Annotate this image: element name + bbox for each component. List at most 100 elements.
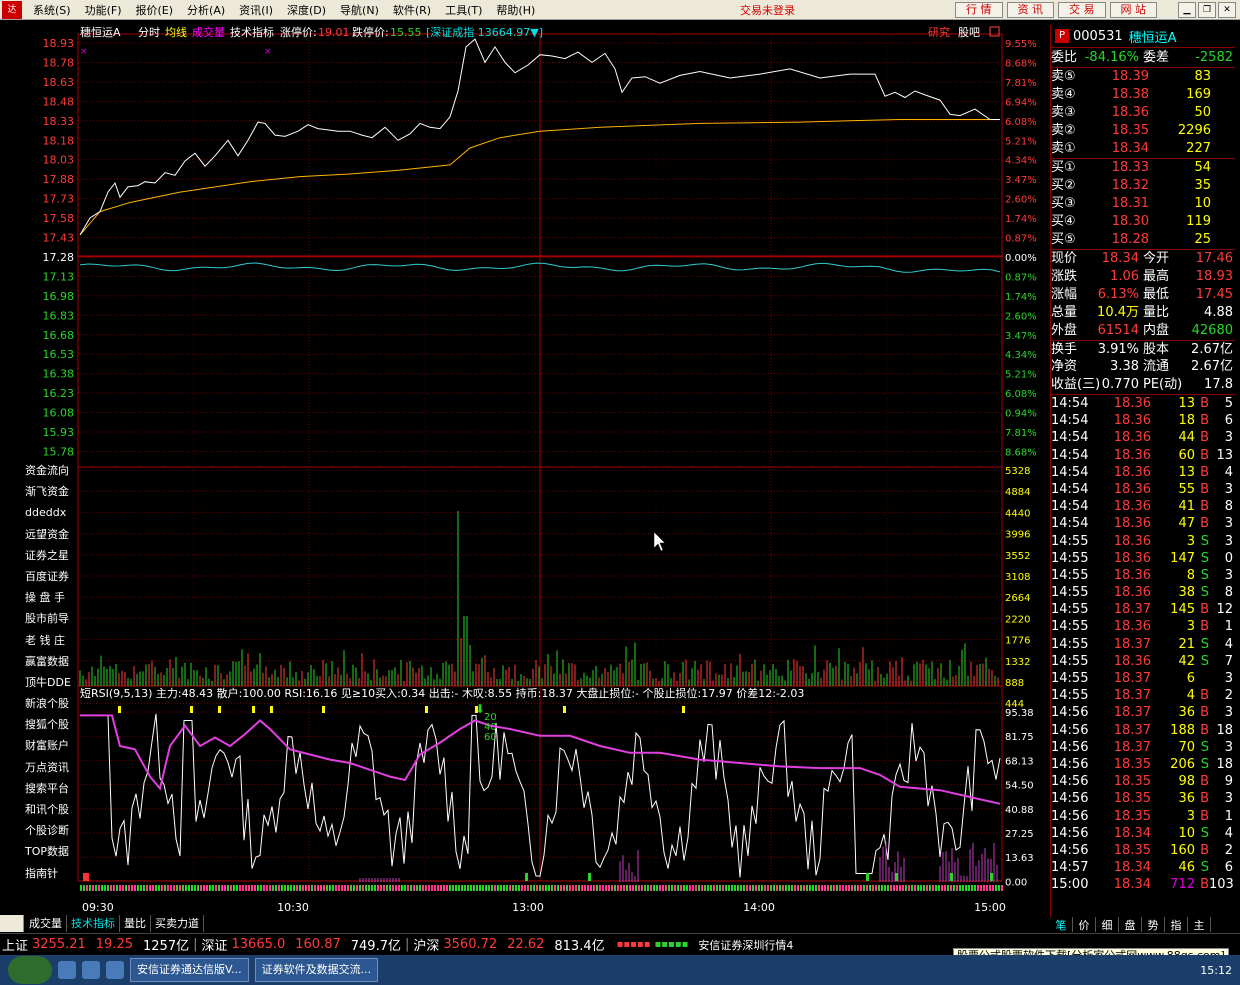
- side-link[interactable]: 财富账户: [25, 735, 78, 756]
- tab-trade[interactable]: 交 易: [1058, 1, 1106, 18]
- menu-help[interactable]: 帮助(H): [489, 2, 542, 18]
- tick-time: 14:54: [1051, 413, 1089, 429]
- sell-level-row[interactable]: 卖③ 18.36 50: [1051, 104, 1235, 122]
- side-link[interactable]: 顶牛DDE: [25, 672, 78, 693]
- level-label: 买④: [1051, 214, 1076, 229]
- tick-time: 14:54: [1051, 516, 1089, 532]
- indicator-legend: 短RSI(9,5,13) 主力:48.43 散户:100.00 RSI:16.1…: [80, 686, 804, 700]
- tick-volume: 36: [1178, 705, 1195, 721]
- tick-volume: 70: [1178, 739, 1195, 755]
- close-icon[interactable]: ✕: [1218, 1, 1236, 18]
- right-tab[interactable]: 势: [1142, 917, 1165, 932]
- buy-level-row[interactable]: 买⑤ 18.28 25: [1051, 231, 1235, 249]
- tab-volume[interactable]: 成交量: [25, 915, 67, 932]
- sz-index-name[interactable]: 深证: [201, 935, 227, 954]
- quicklaunch-icon[interactable]: [58, 961, 76, 979]
- side-link[interactable]: 百度证券: [25, 566, 78, 587]
- stat-label: 涨幅: [1051, 287, 1078, 302]
- folder-icon[interactable]: [106, 961, 124, 979]
- side-link[interactable]: 搜狐个股: [25, 714, 78, 735]
- buy-level-row[interactable]: 买① 18.33 54: [1051, 159, 1235, 177]
- trade-status[interactable]: 交易未登录: [740, 2, 795, 18]
- side-link[interactable]: 万点资讯: [25, 757, 78, 778]
- minimize-icon[interactable]: ▁: [1178, 1, 1196, 18]
- side-link[interactable]: ddeddx: [25, 502, 78, 523]
- tick-price: 18.34: [1113, 877, 1151, 893]
- stat-label: 量比: [1143, 305, 1170, 320]
- sell-level-row[interactable]: 卖④ 18.38 169: [1051, 86, 1235, 104]
- menu-system[interactable]: 系统(S): [26, 2, 78, 18]
- side-link[interactable]: 赢富数据: [25, 651, 78, 672]
- side-link[interactable]: 股市前导: [25, 608, 78, 629]
- right-tab[interactable]: 价: [1073, 917, 1096, 932]
- right-tab[interactable]: 指: [1165, 917, 1188, 932]
- side-link[interactable]: 远望资金: [25, 524, 78, 545]
- side-link[interactable]: TOP数据: [25, 841, 78, 862]
- side-link[interactable]: 操 盘 手: [25, 587, 78, 608]
- right-tab[interactable]: 主: [1188, 917, 1211, 932]
- side-link[interactable]: 证券之星: [25, 545, 78, 566]
- tick-side: B: [1200, 464, 1209, 480]
- right-tab[interactable]: 细: [1096, 917, 1119, 932]
- tick-price: 18.37: [1113, 705, 1151, 721]
- tick-price: 18.35: [1113, 808, 1151, 824]
- side-link[interactable]: 渐飞资金: [25, 481, 78, 502]
- tab-technical[interactable]: 技术指标: [67, 915, 120, 932]
- buy-level-row[interactable]: 买② 18.32 35: [1051, 177, 1235, 195]
- ie-icon[interactable]: [82, 961, 100, 979]
- menu-tools[interactable]: 工具(T): [438, 2, 489, 18]
- menu-navigation[interactable]: 导航(N): [333, 2, 386, 18]
- mode-time[interactable]: 分时: [138, 26, 160, 39]
- menu-analysis[interactable]: 分析(A): [180, 2, 232, 18]
- side-nav: 资金流向 渐飞资金 ddeddx 远望资金 证券之星 百度证券操 盘 手股市前导老 钱 庄…: [25, 460, 78, 884]
- start-button[interactable]: [8, 956, 52, 984]
- menu-software[interactable]: 软件(R): [386, 2, 438, 18]
- index-link[interactable]: [深证成指 13664.97▼]: [426, 25, 543, 39]
- intraday-chart[interactable]: 穗恒运A 分时 均线 成交量 技术指标 涨停价: 19.01 跌停价: 15.5…: [0, 20, 1050, 915]
- tab-volume-ratio[interactable]: 量比: [120, 915, 151, 932]
- right-tab[interactable]: 笔: [1050, 917, 1073, 932]
- menu-function[interactable]: 功能(F): [78, 2, 129, 18]
- side-link[interactable]: 指南针: [25, 863, 78, 884]
- tick-price: 18.37: [1113, 602, 1151, 618]
- tick-volume: 46: [1178, 860, 1195, 876]
- side-link[interactable]: 搜索平台: [25, 778, 78, 799]
- side-link[interactable]: 和讯个股: [25, 799, 78, 820]
- side-link[interactable]: 老 钱 庄: [25, 630, 78, 651]
- mode-volume[interactable]: 成交量: [192, 25, 225, 39]
- research-link[interactable]: 研究: [928, 25, 950, 39]
- mode-indicator[interactable]: 技术指标: [230, 25, 274, 39]
- taskbar-app-1[interactable]: 安信证券通达信版V...: [130, 958, 249, 982]
- sz-index-change: 160.87: [295, 937, 341, 952]
- sh-index-name[interactable]: 上证: [2, 935, 28, 954]
- tick-volume: 10: [1178, 825, 1195, 841]
- buy-book: 买① 18.33 54 买② 18.32 35 买③ 18.31 10 买④ 18.3…: [1051, 158, 1235, 249]
- side-link[interactable]: 资金流向: [25, 460, 78, 481]
- tab-news[interactable]: 资 讯: [1006, 1, 1054, 18]
- menu-quote[interactable]: 报价(E): [129, 2, 181, 18]
- level-volume: 35: [1194, 178, 1211, 193]
- right-tab[interactable]: 盘: [1119, 917, 1142, 932]
- hs-index-name[interactable]: 沪深: [413, 935, 439, 954]
- tab-buy-sell-force[interactable]: 买卖力道: [151, 915, 204, 932]
- forum-link[interactable]: 股吧: [958, 26, 980, 39]
- side-link[interactable]: 个股诊断: [25, 820, 78, 841]
- buy-level-row[interactable]: 买④ 18.30 119: [1051, 213, 1235, 231]
- side-link[interactable]: 新浪个股: [25, 693, 78, 714]
- menu-depth[interactable]: 深度(D): [280, 2, 333, 18]
- restore-icon[interactable]: ❐: [1198, 1, 1216, 18]
- buy-level-row[interactable]: 买③ 18.31 10: [1051, 195, 1235, 213]
- tick-price: 18.36: [1113, 585, 1151, 601]
- pct-tick-label: 4.34%: [1005, 350, 1037, 361]
- stat-label: 流通: [1143, 359, 1170, 374]
- tab-market[interactable]: 行 情: [955, 1, 1003, 18]
- sell-level-row[interactable]: 卖② 18.35 2296: [1051, 122, 1235, 140]
- sell-level-row[interactable]: 卖① 18.34 227: [1051, 140, 1235, 158]
- mode-avg[interactable]: 均线: [165, 25, 187, 39]
- tick-row: 14:57 18.34 46 S 6: [1051, 859, 1235, 876]
- taskbar-app-2[interactable]: 证券软件及数据交流...: [254, 958, 379, 982]
- tab-website[interactable]: 网 站: [1109, 1, 1157, 18]
- chart-area[interactable]: 穗恒运A 分时 均线 成交量 技术指标 涨停价: 19.01 跌停价: 15.5…: [0, 20, 1050, 915]
- sell-level-row[interactable]: 卖⑤ 18.39 83: [1051, 68, 1235, 86]
- menu-info[interactable]: 资讯(I): [232, 2, 280, 18]
